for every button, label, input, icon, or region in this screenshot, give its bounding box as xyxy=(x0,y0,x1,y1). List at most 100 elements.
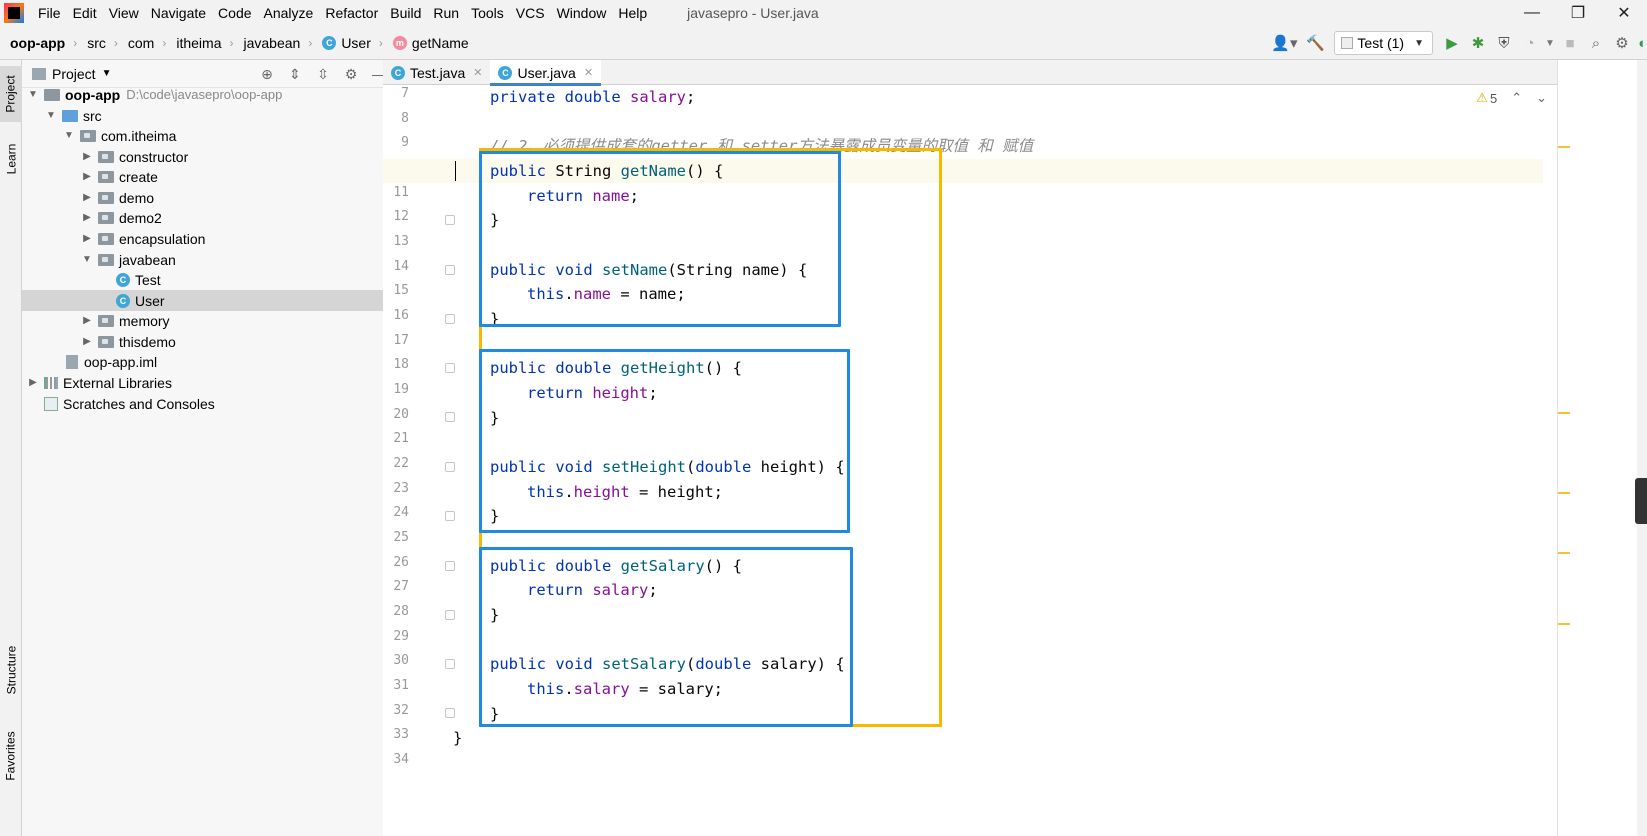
coverage-icon[interactable]: ⛨ xyxy=(1491,30,1517,56)
module-folder-icon xyxy=(44,88,60,101)
chevron-right-icon[interactable]: ▶ xyxy=(80,233,94,244)
menu-edit[interactable]: Edit xyxy=(67,5,103,21)
search-icon[interactable]: ⌕ xyxy=(1583,30,1609,56)
chevron-right-icon[interactable]: ▶ xyxy=(80,192,94,203)
tree-item-package[interactable]: ▶ constructor xyxy=(22,146,402,167)
tree-item-external-libraries[interactable]: ▶ External Libraries xyxy=(22,372,402,393)
menu-refactor[interactable]: Refactor xyxy=(319,5,384,21)
tree-item-scratches[interactable]: Scratches and Consoles xyxy=(22,393,402,414)
chevron-down-icon[interactable]: ▼ xyxy=(62,130,76,141)
breadcrumb-label: itheima xyxy=(176,34,222,51)
tool-tab-learn[interactable]: Learn xyxy=(0,134,22,184)
menu-view[interactable]: View xyxy=(103,5,145,21)
tree-item-package[interactable]: ▶ thisdemo xyxy=(22,331,402,352)
plugin-icon[interactable]: ◖ xyxy=(1635,30,1647,56)
tree-item-class-selected[interactable]: C User xyxy=(22,290,402,311)
chevron-down-icon[interactable]: ▼ xyxy=(44,110,58,121)
menu-file[interactable]: File xyxy=(32,5,67,21)
breadcrumb-item[interactable]: m getName xyxy=(383,35,469,51)
menu-help[interactable]: Help xyxy=(612,5,653,21)
user-account-icon[interactable]: 👤▾ xyxy=(1266,30,1302,56)
chevron-right-icon[interactable]: ▶ xyxy=(80,171,94,182)
tree-item-label: User xyxy=(135,292,165,309)
tree-item-path: D:\code\javasepro\oop-app xyxy=(126,87,283,102)
scratches-icon xyxy=(44,396,58,411)
menu-navigate[interactable]: Navigate xyxy=(145,5,212,21)
breadcrumb-item[interactable]: C User › xyxy=(312,35,383,51)
tree-item-package[interactable]: ▼ javabean xyxy=(22,249,402,270)
tree-item-package[interactable]: ▼ com.itheima xyxy=(22,125,402,146)
close-window-button[interactable]: ✕ xyxy=(1601,0,1647,26)
gear-icon[interactable]: ⚙ xyxy=(1609,30,1635,56)
line-number: 31 xyxy=(393,678,409,693)
tree-item-root[interactable]: ▼ oop-app D:\code\javasepro\oop-app xyxy=(22,84,402,105)
class-icon: C xyxy=(391,65,405,80)
line-number: 22 xyxy=(393,456,409,471)
warning-marker[interactable] xyxy=(1558,492,1570,494)
minimize-button[interactable]: — xyxy=(1509,0,1555,26)
chevron-right-icon[interactable]: ▶ xyxy=(26,377,40,388)
project-panel-title[interactable]: Project xyxy=(52,66,96,82)
menu-analyze[interactable]: Analyze xyxy=(258,5,320,21)
breadcrumb-item[interactable]: src › xyxy=(77,35,118,51)
chevron-down-icon[interactable]: ▼ xyxy=(102,68,112,79)
line-number: 24 xyxy=(393,505,409,520)
debug-bug-icon[interactable]: ✱ xyxy=(1465,30,1491,56)
chevron-right-icon[interactable]: ▶ xyxy=(80,336,94,347)
build-hammer-icon[interactable]: 🔨 xyxy=(1302,30,1328,56)
menu-vcs[interactable]: VCS xyxy=(510,5,551,21)
tool-tab-favorites[interactable]: Favorites xyxy=(0,720,22,792)
chevron-right-icon[interactable]: ▶ xyxy=(80,212,94,223)
tree-item-class[interactable]: C Test xyxy=(22,269,402,290)
tab-user-java[interactable]: C User.java ✕ xyxy=(490,60,602,86)
chevron-down-icon[interactable]: ▼ xyxy=(1543,30,1557,56)
gear-icon[interactable]: ⚙ xyxy=(337,66,365,83)
tree-item-package[interactable]: ▶ encapsulation xyxy=(22,228,402,249)
code-text-area[interactable]: private double salary; // 2、必须提供成套的gette… xyxy=(383,85,1543,836)
tool-tab-project[interactable]: Project xyxy=(0,66,22,122)
chevron-right-icon[interactable]: ▶ xyxy=(80,151,94,162)
close-icon[interactable]: ✕ xyxy=(584,66,593,79)
class-icon: C xyxy=(116,293,130,308)
warning-marker[interactable] xyxy=(1558,146,1570,148)
menu-bar: File Edit View Navigate Code Analyze Ref… xyxy=(0,0,1647,26)
menu-code[interactable]: Code xyxy=(212,5,257,21)
stop-icon[interactable]: ■ xyxy=(1557,30,1583,56)
tree-item-package[interactable]: ▶ create xyxy=(22,166,402,187)
locate-target-icon[interactable]: ⊕ xyxy=(253,66,281,83)
close-icon[interactable]: ✕ xyxy=(473,66,482,79)
breadcrumb-item[interactable]: com › xyxy=(118,35,166,51)
tree-item-package[interactable]: ▶ memory xyxy=(22,310,402,331)
breadcrumb-label: oop-app xyxy=(10,34,66,51)
restore-button[interactable]: ❐ xyxy=(1555,0,1601,26)
warning-marker[interactable] xyxy=(1558,623,1570,625)
warning-marker[interactable] xyxy=(1558,412,1570,414)
tool-tab-structure[interactable]: Structure xyxy=(0,634,22,706)
menu-run[interactable]: Run xyxy=(427,5,465,21)
breadcrumb-item[interactable]: javabean › xyxy=(233,35,312,51)
profile-icon[interactable]: ◔ xyxy=(1517,30,1543,56)
tree-item-package[interactable]: ▶ demo xyxy=(22,187,402,208)
menu-build[interactable]: Build xyxy=(384,5,427,21)
breadcrumb-item[interactable]: itheima › xyxy=(166,35,233,51)
scrollbar-thumb[interactable] xyxy=(1635,478,1647,524)
expand-all-icon[interactable]: ⇕ xyxy=(281,66,309,83)
database-tool-strip[interactable] xyxy=(1637,60,1647,836)
tree-item-package[interactable]: ▶ demo2 xyxy=(22,207,402,228)
tree-item-src[interactable]: ▼ src xyxy=(22,105,402,126)
tab-test-java[interactable]: C Test.java ✕ xyxy=(383,60,490,85)
tree-item-file[interactable]: oop-app.iml xyxy=(22,351,402,372)
package-icon xyxy=(80,129,96,142)
run-configuration-select[interactable]: Test (1) ▼ xyxy=(1334,31,1433,55)
warning-marker[interactable] xyxy=(1558,552,1570,554)
chevron-down-icon[interactable]: ▼ xyxy=(26,89,40,100)
chevron-down-icon[interactable]: ▼ xyxy=(80,254,94,265)
run-icon[interactable]: ▶ xyxy=(1439,30,1465,56)
menu-window[interactable]: Window xyxy=(551,5,613,21)
chevron-right-icon[interactable]: ▶ xyxy=(80,315,94,326)
breadcrumb-item[interactable]: oop-app › xyxy=(0,35,77,51)
code-line: private double salary; xyxy=(490,88,696,106)
tool-tab-label: Project xyxy=(4,75,19,113)
menu-tools[interactable]: Tools xyxy=(465,5,510,21)
collapse-all-icon[interactable]: ⇳ xyxy=(309,66,337,83)
